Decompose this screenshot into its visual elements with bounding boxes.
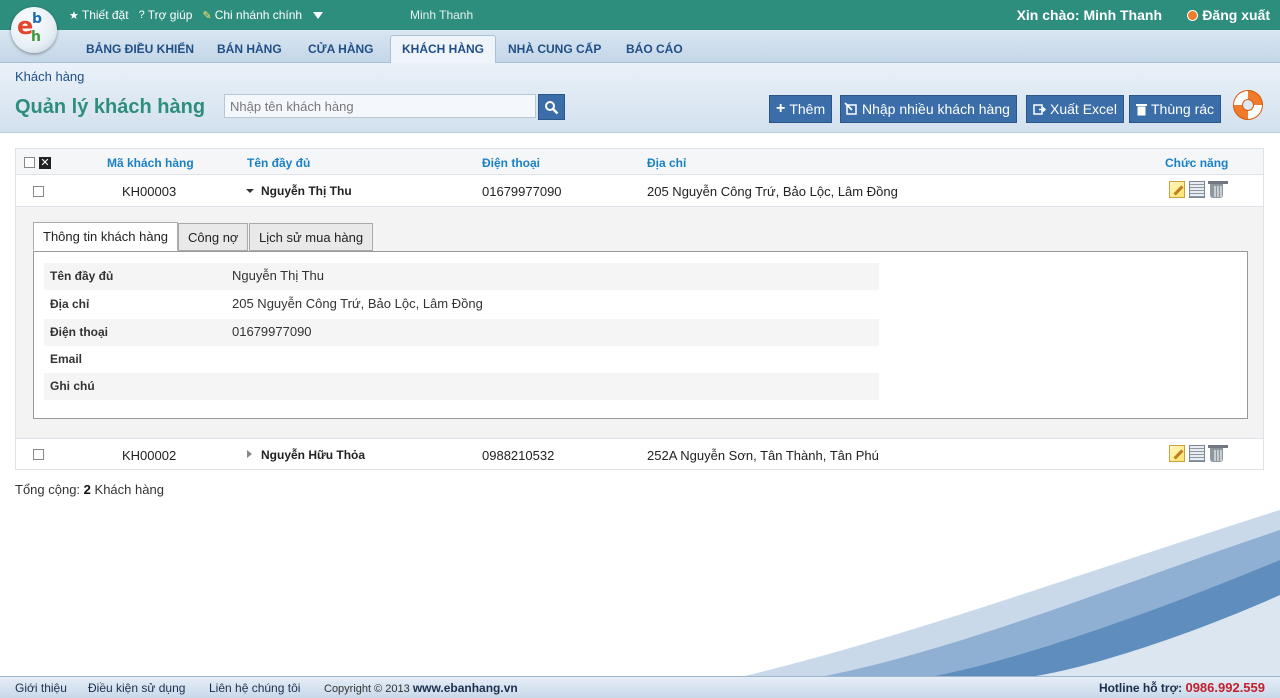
nav-suppliers[interactable]: NHÀ CUNG CẤP (497, 34, 612, 61)
decorative-wave-background (740, 510, 1280, 677)
help-link[interactable]: ? Trợ giúp (139, 8, 193, 22)
branch-selector[interactable]: ✎ Chi nhánh chính (202, 8, 324, 22)
customer-address: 205 Nguyễn Công Trứ, Bảo Lộc, Lâm Đồng (647, 184, 898, 199)
total-count: Tổng cộng: 2 Khách hàng (15, 482, 164, 497)
chevron-down-icon (313, 11, 324, 19)
plus-icon: + (776, 100, 786, 117)
info-value: 205 Nguyễn Công Trứ, Bảo Lộc, Lâm Đồng (232, 296, 483, 311)
power-icon (1187, 9, 1199, 21)
tab-debt[interactable]: Công nợ (178, 223, 249, 251)
page-header: Khách hàng Quản lý khách hàng + Thêm Nhậ… (0, 63, 1280, 133)
info-row-phone: Điện thoại 01679977090 (44, 319, 879, 346)
customer-phone: 01679977090 (482, 184, 562, 199)
tab-customer-info[interactable]: Thông tin khách hàng (33, 222, 179, 251)
edit-icon[interactable] (1169, 181, 1185, 198)
search-icon (545, 100, 559, 114)
info-row-fullname: Tên đầy đủ Nguyễn Thị Thu (44, 263, 879, 290)
customer-address: 252A Nguyễn Sơn, Tân Thành, Tân Phú (647, 448, 879, 463)
footer: Giới thiệu Điều kiện sử dụng Liên hệ chú… (0, 676, 1280, 698)
delete-trash-icon[interactable] (1208, 445, 1228, 462)
tab-purchase-history[interactable]: Lịch sử mua hàng (249, 223, 374, 251)
info-label: Ghi chú (50, 379, 95, 393)
table-row[interactable]: KH00003 Nguyễn Thị Thu 01679977090 205 N… (15, 175, 1264, 207)
search-input[interactable] (224, 94, 536, 118)
row-checkbox[interactable] (33, 186, 44, 197)
top-links: ★ Thiết đặt ? Trợ giúp ✎ Chi nhánh chính (69, 8, 324, 22)
info-row-note: Ghi chú (44, 373, 879, 400)
info-label: Điện thoại (50, 325, 109, 339)
info-value: Nguyễn Thị Thu (232, 268, 325, 283)
trash-bin-button[interactable]: Thùng rác (1129, 95, 1222, 123)
trash-icon (1136, 103, 1147, 115)
info-row-address: Địa chỉ 205 Nguyễn Công Trứ, Bảo Lộc, Lâ… (44, 291, 879, 318)
branch-icon: ✎ (202, 9, 212, 22)
column-header-code[interactable]: Mã khách hàng (107, 156, 194, 170)
column-header-actions: Chức năng (1165, 156, 1229, 170)
nav-reports[interactable]: BÁO CÁO (615, 34, 694, 61)
logout-link[interactable]: Đăng xuất (1187, 7, 1270, 23)
info-value: 01679977090 (232, 324, 312, 339)
nav-dashboard[interactable]: BẢNG ĐIỀU KHIỂN (75, 34, 205, 61)
question-icon: ? (138, 9, 145, 21)
footer-link-about[interactable]: Giới thiệu (15, 681, 67, 695)
details-document-icon[interactable] (1189, 181, 1205, 198)
page-title: Quản lý khách hàng (15, 96, 206, 118)
customer-phone: 0988210532 (482, 448, 555, 463)
customer-detail-panel: Thông tin khách hàng Công nợ Lịch sử mua… (15, 207, 1264, 439)
column-header-name[interactable]: Tên đầy đủ (247, 156, 310, 170)
export-excel-button[interactable]: Xuất Excel (1026, 95, 1124, 123)
copyright: Copyright © 2013 www.ebanhang.vn (324, 681, 518, 695)
breadcrumb[interactable]: Khách hàng (15, 69, 84, 84)
customer-name[interactable]: Nguyễn Thị Thu (261, 184, 352, 198)
info-label: Địa chỉ (50, 297, 90, 311)
table-header: ✕ Mã khách hàng Tên đầy đủ Điện thoại Đị… (15, 148, 1264, 175)
column-header-address[interactable]: Địa chỉ (647, 156, 686, 170)
details-document-icon[interactable] (1189, 445, 1205, 462)
import-icon (844, 102, 857, 115)
customer-code: KH00003 (122, 184, 177, 199)
edit-icon[interactable] (1169, 445, 1185, 462)
star-icon: ★ (69, 9, 79, 22)
collapse-caret-icon[interactable] (246, 189, 254, 193)
export-icon (1033, 103, 1046, 115)
row-checkbox[interactable] (33, 449, 44, 460)
customer-info-panel: Tên đầy đủ Nguyễn Thị Thu Địa chỉ 205 Ng… (33, 251, 1248, 419)
select-all-checkbox[interactable] (24, 157, 35, 168)
column-header-phone[interactable]: Điện thoại (482, 156, 540, 170)
main-nav: BẢNG ĐIỀU KHIỂN BÁN HÀNG CỬA HÀNG KHÁCH … (0, 30, 1280, 63)
support-lifebuoy-icon[interactable] (1233, 90, 1263, 120)
info-label: Email (50, 352, 83, 366)
settings-link[interactable]: ★ Thiết đặt (69, 8, 129, 22)
nav-sales[interactable]: BÁN HÀNG (206, 34, 293, 61)
ebanhang-logo[interactable]: e b h (11, 7, 57, 53)
customer-code: KH00002 (122, 448, 177, 463)
info-row-email: Email (44, 346, 879, 373)
import-customers-button[interactable]: Nhập nhiều khách hàng (840, 95, 1017, 123)
footer-link-contact[interactable]: Liên hệ chúng tôi (209, 681, 300, 695)
greeting: Xin chào: Minh Thanh (1016, 7, 1162, 23)
info-label: Tên đầy đủ (50, 269, 114, 283)
customer-name[interactable]: Nguyễn Hữu Thỏa (261, 448, 365, 462)
table-row[interactable]: KH00002 Nguyễn Hữu Thỏa 0988210532 252A … (15, 438, 1264, 470)
search-button[interactable] (538, 94, 565, 120)
add-customer-button[interactable]: + Thêm (769, 95, 833, 123)
expand-caret-icon[interactable] (247, 450, 252, 458)
deselect-all-icon[interactable]: ✕ (39, 157, 51, 169)
nav-customers[interactable]: KHÁCH HÀNG (390, 35, 496, 63)
delete-trash-icon[interactable] (1208, 181, 1228, 198)
branch-user: Minh Thanh (410, 8, 474, 22)
footer-link-terms[interactable]: Điều kiện sử dụng (88, 681, 185, 695)
nav-store[interactable]: CỬA HÀNG (297, 34, 385, 61)
top-bar: ★ Thiết đặt ? Trợ giúp ✎ Chi nhánh chính… (0, 0, 1280, 30)
hotline: Hotline hỗ trợ: 0986.992.559 (1098, 680, 1265, 695)
